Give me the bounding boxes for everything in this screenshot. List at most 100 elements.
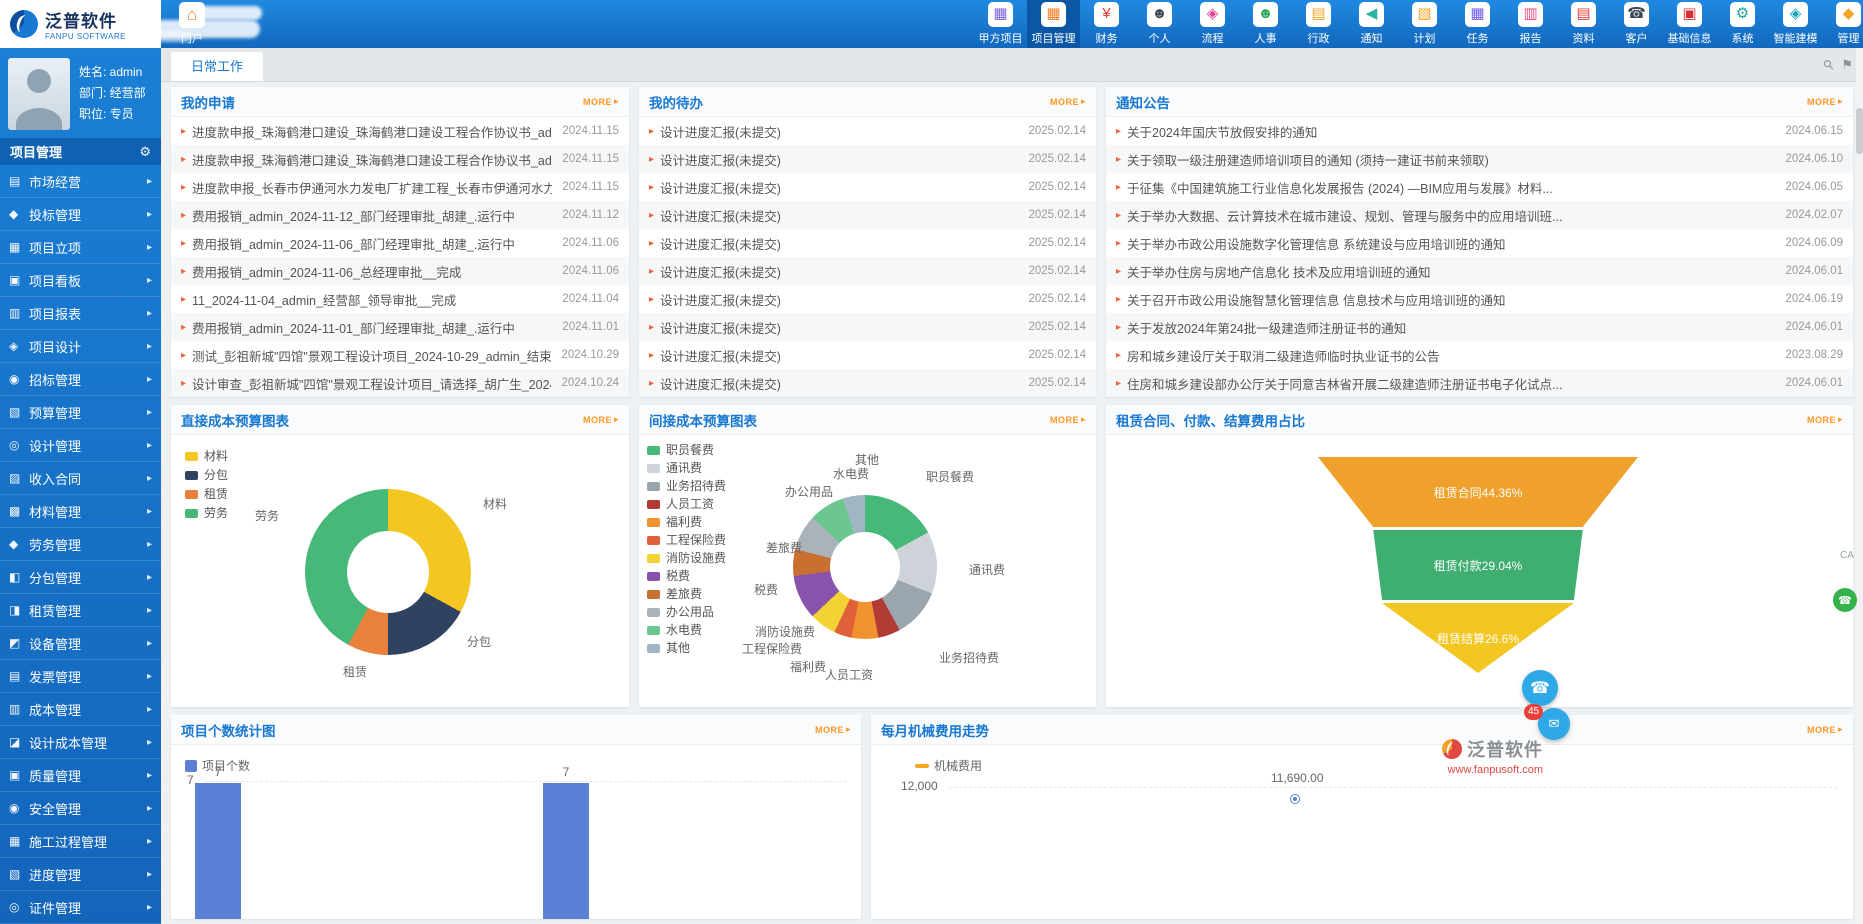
funnel-segment[interactable]: 租赁合同44.36% (1318, 457, 1638, 527)
list-item[interactable]: ▸ 于征集《中国建筑施工行业信息化发展报告 (2024) —BIM应用与发展》材… (1106, 173, 1853, 201)
legend-item[interactable]: 职员餐费 (647, 441, 726, 459)
list-item[interactable]: ▸ 住房和城乡建设部办公厅关于同意吉林省开展二级建造师注册证书电子化试点... … (1106, 369, 1853, 397)
list-item[interactable]: ▸ 关于举办市政公用设施数字化管理信息 系统建设与应用培训班的通知 2024.0… (1106, 229, 1853, 257)
legend-item[interactable]: 差旅费 (647, 585, 726, 603)
bar[interactable] (195, 783, 241, 919)
sidebar-menu-item[interactable]: ▦ 项目立项 ▸ (0, 231, 161, 264)
more-button[interactable]: MORE▸ (1807, 414, 1843, 425)
user-avatar[interactable] (8, 58, 70, 130)
legend-item[interactable]: 人员工资 (647, 495, 726, 513)
sidebar-menu-item[interactable]: ▦ 施工过程管理 ▸ (0, 825, 161, 858)
funnel-segment[interactable]: 租赁结算26.6% (1318, 603, 1638, 673)
top-nav-item[interactable]: ▤ 行政 (1292, 0, 1345, 48)
list-item[interactable]: ▸ 费用报销_admin_2024-11-12_部门经理审批_胡建_.运行中 2… (171, 201, 629, 229)
top-nav-item[interactable]: ☎ 客户 (1610, 0, 1663, 48)
list-item[interactable]: ▸ 关于发放2024年第24批一级建造师注册证书的通知 2024.06.01 (1106, 313, 1853, 341)
list-item[interactable]: ▸ 设计审查_彭祖新城"四馆"景观工程设计项目_请选择_胡广生_2024-10-… (171, 369, 629, 397)
list-item[interactable]: ▸ 进度款申报_珠海鹤港口建设_珠海鹤港口建设工程合作协议书_admin_...… (171, 145, 629, 173)
sidebar-menu-item[interactable]: ▣ 项目看板 ▸ (0, 264, 161, 297)
customer-service-button[interactable]: ☎ (1522, 670, 1558, 706)
sidebar-menu-item[interactable]: ▥ 项目报表 ▸ (0, 297, 161, 330)
more-button[interactable]: MORE▸ (583, 414, 619, 425)
sidebar-menu-item[interactable]: ◉ 招标管理 ▸ (0, 363, 161, 396)
sidebar-menu-item[interactable]: ◎ 设计管理 ▸ (0, 429, 161, 462)
tab-daily-work[interactable]: 日常工作 (171, 52, 263, 81)
sidebar-menu-item[interactable]: ▤ 发票管理 ▸ (0, 660, 161, 693)
list-item[interactable]: ▸ 设计进度汇报(未提交) 2025.02.14 (639, 257, 1096, 285)
phone-button[interactable]: ☎ (1833, 588, 1857, 612)
nav-item-portal[interactable]: ⌂ 门户 (169, 0, 215, 48)
legend-item[interactable]: 福利费 (647, 513, 726, 531)
sidebar-menu-item[interactable]: ◉ 安全管理 ▸ (0, 792, 161, 825)
top-nav-item[interactable]: ◈ 流程 (1186, 0, 1239, 48)
top-nav-item[interactable]: ▤ 资料 (1557, 0, 1610, 48)
list-item[interactable]: ▸ 设计进度汇报(未提交) 2025.02.14 (639, 341, 1096, 369)
sidebar-menu-item[interactable]: ◪ 设计成本管理 ▸ (0, 726, 161, 759)
notification-badge[interactable]: 45 (1524, 704, 1543, 720)
top-nav-item[interactable]: ◀ 通知 (1345, 0, 1398, 48)
more-button[interactable]: MORE▸ (815, 724, 851, 735)
top-nav-item[interactable]: ¥ 财务 (1080, 0, 1133, 48)
sidebar-menu-item[interactable]: ◈ 项目设计 ▸ (0, 330, 161, 363)
legend-item[interactable]: 分包 (185, 466, 228, 485)
top-nav-item[interactable]: ⚙ 系统 (1716, 0, 1769, 48)
legend-item[interactable]: 工程保险费 (647, 531, 726, 549)
pin-icon[interactable]: ⚑ (1841, 57, 1853, 73)
data-point[interactable] (1291, 795, 1299, 803)
list-item[interactable]: ▸ 费用报销_admin_2024-11-01_部门经理审批_胡建_.运行中 2… (171, 313, 629, 341)
sidebar-menu-item[interactable]: ▩ 材料管理 ▸ (0, 495, 161, 528)
list-item[interactable]: ▸ 设计进度汇报(未提交) 2025.02.14 (639, 201, 1096, 229)
legend-item[interactable]: 租赁 (185, 485, 228, 504)
scrollbar-track[interactable] (1856, 48, 1863, 924)
list-item[interactable]: ▸ 设计进度汇报(未提交) 2025.02.14 (639, 313, 1096, 341)
legend-item[interactable]: 办公用品 (647, 603, 726, 621)
more-button[interactable]: MORE▸ (1807, 96, 1843, 107)
donut-chart[interactable] (793, 495, 937, 639)
top-nav-item[interactable]: ▦ 甲方项目 (974, 0, 1027, 48)
sidebar-menu-item[interactable]: ▤ 市场经营 ▸ (0, 165, 161, 198)
key-icon[interactable]: ⚲ (1820, 55, 1838, 73)
top-nav-item[interactable]: ▦ 项目管理 (1027, 0, 1080, 48)
list-item[interactable]: ▸ 关于举办大数据、云计算技术在城市建设、规划、管理与服务中的应用培训班... … (1106, 201, 1853, 229)
list-item[interactable]: ▸ 测试_彭祖新城"四馆"景观工程设计项目_2024-10-29_admin_结… (171, 341, 629, 369)
gear-icon[interactable]: ⚙ (139, 144, 151, 160)
list-item[interactable]: ▸ 设计进度汇报(未提交) 2025.02.14 (639, 145, 1096, 173)
more-button[interactable]: MORE▸ (1807, 724, 1843, 735)
sidebar-menu-item[interactable]: ▧ 预算管理 ▸ (0, 396, 161, 429)
donut-chart[interactable] (305, 489, 471, 655)
chart-legend[interactable]: 机械费用 (915, 757, 982, 774)
list-item[interactable]: ▸ 关于领取一级注册建造师培训项目的通知 (须持一建证书前来领取) 2024.0… (1106, 145, 1853, 173)
list-item[interactable]: ▸ 房和城乡建设厅关于取消二级建造师临时执业证书的公告 2023.08.29 (1106, 341, 1853, 369)
sidebar-menu-item[interactable]: ◨ 租赁管理 ▸ (0, 594, 161, 627)
list-item[interactable]: ▸ 设计进度汇报(未提交) 2025.02.14 (639, 285, 1096, 313)
sidebar-menu-item[interactable]: ◩ 设备管理 ▸ (0, 627, 161, 660)
legend-item[interactable]: 劳务 (185, 504, 228, 523)
list-item[interactable]: ▸ 进度款申报_长春市伊通河水力发电厂扩建工程_长春市伊通河水力发电... 20… (171, 173, 629, 201)
legend-item[interactable]: 材料 (185, 447, 228, 466)
sidebar-menu-item[interactable]: ◎ 证件管理 ▸ (0, 891, 161, 924)
list-item[interactable]: ▸ 费用报销_admin_2024-11-06_总经理审批__完成 2024.1… (171, 257, 629, 285)
list-item[interactable]: ▸ 11_2024-11-04_admin_经营部_领导审批__完成 2024.… (171, 285, 629, 313)
list-item[interactable]: ▸ 设计进度汇报(未提交) 2025.02.14 (639, 369, 1096, 397)
funnel-segment[interactable]: 租赁付款29.04% (1318, 530, 1638, 600)
more-button[interactable]: MORE▸ (1050, 96, 1086, 107)
list-item[interactable]: ▸ 关于2024年国庆节放假安排的通知 2024.06.15 (1106, 117, 1853, 145)
top-nav-item[interactable]: ▧ 计划 (1398, 0, 1451, 48)
top-nav-item[interactable]: ▥ 报告 (1504, 0, 1557, 48)
sidebar-menu-item[interactable]: ▧ 进度管理 ▸ (0, 858, 161, 891)
list-item[interactable]: ▸ 关于举办住房与房地产信息化 技术及应用培训班的通知 2024.06.01 (1106, 257, 1853, 285)
more-button[interactable]: MORE▸ (583, 96, 619, 107)
legend-item[interactable]: 税费 (647, 567, 726, 585)
legend-item[interactable]: 业务招待费 (647, 477, 726, 495)
top-nav-item[interactable]: ◈ 智能建模 (1769, 0, 1822, 48)
list-item[interactable]: ▸ 关于召开市政公用设施智慧化管理信息 信息技术与应用培训班的通知 2024.0… (1106, 285, 1853, 313)
top-nav-item[interactable]: ◆ 管理 (1822, 0, 1863, 48)
bar[interactable] (543, 783, 589, 919)
scrollbar-thumb[interactable] (1856, 108, 1863, 154)
legend-item[interactable]: 消防设施费 (647, 549, 726, 567)
legend-item[interactable]: 通讯费 (647, 459, 726, 477)
sidebar-module-header[interactable]: 项目管理 ⚙ (0, 138, 161, 165)
list-item[interactable]: ▸ 费用报销_admin_2024-11-06_部门经理审批_胡建_.运行中 2… (171, 229, 629, 257)
more-button[interactable]: MORE▸ (1050, 414, 1086, 425)
top-nav-item[interactable]: ☻ 人事 (1239, 0, 1292, 48)
